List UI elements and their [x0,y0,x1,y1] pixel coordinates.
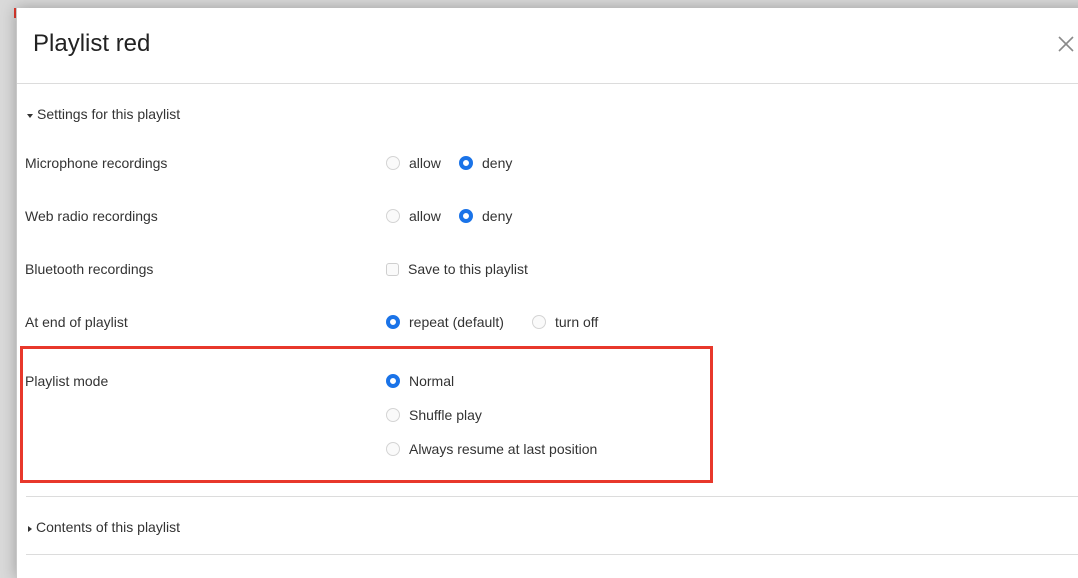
web-radio-allow-option[interactable]: allow [386,207,441,225]
web-radio-deny-option[interactable]: deny [459,207,512,225]
bluetooth-save-checkbox[interactable] [386,262,399,276]
bluetooth-recordings-label: Bluetooth recordings [25,261,154,277]
close-icon [1058,36,1074,52]
contents-section-toggle[interactable]: Contents of this playlist [27,518,180,536]
mode-normal-label: Normal [409,373,455,389]
bluetooth-save-label: Save to this playlist [408,261,528,277]
mode-resume-option[interactable]: Always resume at last position [386,440,597,458]
web-radio-allow-radio[interactable] [386,209,400,223]
mode-normal-radio[interactable] [386,374,400,388]
microphone-recordings-label: Microphone recordings [25,155,168,171]
section-divider [26,496,1078,497]
end-repeat-option[interactable]: repeat (default) [386,313,504,331]
dialog-header: Playlist red [17,8,1078,84]
web-radio-allow-label: allow [409,208,441,224]
bottom-divider [26,554,1078,555]
microphone-deny-radio[interactable] [459,156,473,170]
bluetooth-save-option[interactable]: Save to this playlist [386,260,528,278]
mode-shuffle-radio[interactable] [386,408,400,422]
playlist-mode-label: Playlist mode [25,373,109,389]
mode-normal-option[interactable]: Normal [386,372,454,390]
end-of-playlist-label: At end of playlist [25,314,128,330]
web-radio-deny-label: deny [482,208,513,224]
caret-down-icon [27,113,33,118]
end-turn-off-option[interactable]: turn off [532,313,598,331]
microphone-allow-radio[interactable] [386,156,400,170]
playlist-dialog: Playlist red Settings for this playlist … [16,8,1078,578]
settings-section-toggle[interactable]: Settings for this playlist [27,105,180,123]
mode-shuffle-label: Shuffle play [409,407,482,423]
microphone-allow-option[interactable]: allow [386,154,441,172]
end-repeat-radio[interactable] [386,315,400,329]
mode-resume-label: Always resume at last position [409,441,598,457]
playlist-mode-highlight [20,346,713,483]
mode-resume-radio[interactable] [386,442,400,456]
mode-shuffle-option[interactable]: Shuffle play [386,406,482,424]
end-repeat-label: repeat (default) [409,314,504,330]
microphone-deny-label: deny [482,155,513,171]
dialog-title: Playlist red [33,30,151,57]
microphone-deny-option[interactable]: deny [459,154,512,172]
end-turn-off-radio[interactable] [532,315,546,329]
close-button[interactable] [1054,32,1078,56]
web-radio-deny-radio[interactable] [459,209,473,223]
end-turn-off-label: turn off [555,314,599,330]
web-radio-recordings-label: Web radio recordings [25,208,158,224]
settings-section-label: Settings for this playlist [37,106,181,122]
contents-section-label: Contents of this playlist [36,519,180,535]
microphone-allow-label: allow [409,155,441,171]
caret-right-icon [28,525,32,532]
